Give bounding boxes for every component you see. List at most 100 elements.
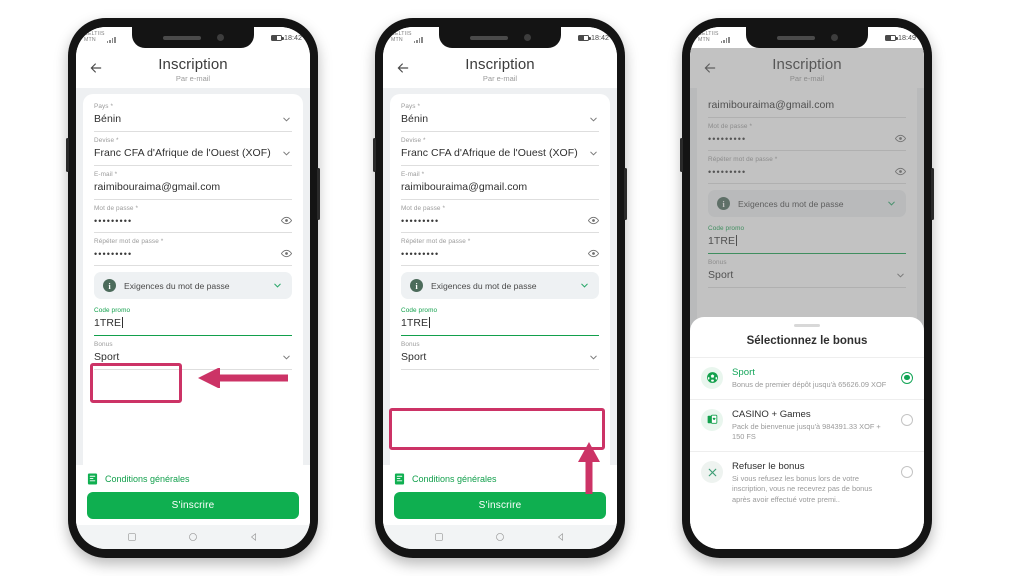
field-underline (94, 232, 292, 233)
front-camera (523, 34, 531, 41)
password-requirements-label: Exigences du mot de passe (124, 280, 230, 291)
field-label: Code promo (401, 307, 438, 314)
field-value: Franc CFA d'Afrique de l'Ouest (XOF) (94, 147, 271, 159)
password-field[interactable]: ••••••••• (401, 216, 439, 226)
field-underline (401, 165, 599, 166)
chevron-down-icon[interactable] (281, 114, 292, 125)
square-icon[interactable] (434, 532, 444, 542)
bonus-option-title: CASINO + Games (732, 408, 811, 420)
field-pays[interactable]: Pays * Bénin (401, 103, 599, 134)
field-underline (401, 131, 599, 132)
field-password[interactable]: Mot de passe * ••••••••• (94, 205, 292, 235)
field-repeat-password[interactable]: Répéter mot de passe * ••••••••• (401, 238, 599, 268)
status-clock: 18:49 (898, 33, 916, 42)
repeat-password-field[interactable]: ••••••••• (94, 249, 132, 259)
notch (439, 27, 561, 48)
phone-3-screen: CELTIIS MTN 18:49 Inscription Par e-mail (690, 27, 924, 549)
field-devise[interactable]: Devise * Franc CFA d'Afrique de l'Ouest … (401, 137, 599, 168)
email-field[interactable]: raimibouraima@gmail.com (401, 181, 527, 193)
list-item[interactable]: Refuser le bonus Si vous refusez les bon… (690, 451, 924, 514)
field-devise[interactable]: Devise * Franc CFA d'Afrique de l'Ouest … (94, 137, 292, 168)
sheet-drag-handle[interactable] (794, 324, 820, 327)
register-button[interactable]: S'inscrire (87, 492, 299, 519)
password-field[interactable]: ••••••••• (94, 216, 132, 226)
list-item[interactable]: Sport Bonus de premier dépôt jusqu'à 656… (690, 356, 924, 399)
promo-field[interactable]: Code promo 1TRE (401, 307, 599, 338)
field-label: Pays * (401, 103, 421, 110)
bonus-option-radio[interactable] (901, 466, 913, 479)
phone-1-frame: CELTIIS MTN 18:42 Inscription Par e-mail (66, 18, 320, 558)
chevron-down-icon[interactable] (588, 114, 599, 125)
bonus-field[interactable]: Bonus Sport (401, 341, 599, 372)
terms-row[interactable]: Conditions générales (87, 465, 299, 492)
back-arrow-icon[interactable] (395, 60, 411, 76)
bonus-option-title: Sport (732, 366, 755, 378)
chevron-down-icon[interactable] (579, 280, 590, 291)
bonus-option-radio[interactable] (901, 371, 913, 384)
field-underline (94, 265, 292, 266)
chevron-down-icon[interactable] (272, 280, 283, 291)
android-nav-bar (383, 525, 617, 549)
list-item[interactable]: CASINO + Games Pack de bienvenue jusqu'à… (690, 398, 924, 451)
earpiece-speaker (162, 35, 201, 40)
password-requirements-row[interactable]: i Exigences du mot de passe (401, 272, 599, 299)
field-pays[interactable]: Pays * Bénin (94, 103, 292, 134)
field-underline (401, 232, 599, 233)
text-caret (428, 317, 430, 328)
form-scroll-area[interactable]: Pays * Bénin Devise * Franc CFA d'Afriqu… (76, 88, 310, 525)
square-icon[interactable] (127, 532, 137, 542)
field-underline (94, 199, 292, 200)
form-card: Pays * Bénin Devise * Franc CFA d'Afriqu… (390, 94, 610, 465)
form-footer: Conditions générales S'inscrire (76, 465, 310, 525)
field-label: Devise * (401, 137, 426, 144)
field-label: Pays * (94, 103, 114, 110)
promo-code-input[interactable]: 1TRE (94, 317, 123, 329)
field-underline (401, 199, 599, 200)
field-password[interactable]: Mot de passe * ••••••••• (401, 205, 599, 235)
field-value: Sport (94, 351, 120, 363)
field-value: Sport (401, 351, 427, 363)
playing-cards-icon (701, 408, 723, 431)
field-label: Mot de passe * (94, 205, 139, 212)
phone-1-screen: CELTIIS MTN 18:42 Inscription Par e-mail (76, 27, 310, 549)
circle-icon[interactable] (495, 532, 505, 542)
eye-icon[interactable] (281, 248, 292, 259)
terms-row[interactable]: Conditions générales (394, 465, 606, 492)
email-field[interactable]: raimibouraima@gmail.com (94, 181, 220, 193)
terms-link[interactable]: Conditions générales (412, 474, 497, 484)
eye-icon[interactable] (588, 248, 599, 259)
field-underline (94, 165, 292, 166)
back-arrow-icon[interactable] (88, 60, 104, 76)
notch (746, 27, 868, 48)
bonus-option-desc: Si vous refusez les bonus lors de votre … (732, 474, 873, 504)
repeat-password-field[interactable]: ••••••••• (401, 249, 439, 259)
bonus-option-radio[interactable] (901, 413, 913, 426)
eye-icon[interactable] (281, 215, 292, 226)
promo-code-input[interactable]: 1TRE (401, 317, 430, 329)
chevron-down-icon[interactable] (588, 352, 599, 363)
promo-field[interactable]: Code promo 1TRE (94, 307, 292, 338)
field-underline-active (94, 334, 292, 336)
chevron-down-icon[interactable] (588, 148, 599, 159)
password-requirements-row[interactable]: i Exigences du mot de passe (94, 272, 292, 299)
text-caret (121, 317, 123, 328)
field-email[interactable]: E-mail * raimibouraima@gmail.com (94, 171, 292, 202)
page-subtitle: Par e-mail (175, 73, 211, 83)
field-email[interactable]: E-mail * raimibouraima@gmail.com (401, 171, 599, 202)
document-icon (394, 473, 405, 485)
field-label: Répéter mot de passe * (94, 238, 164, 245)
eye-icon[interactable] (588, 215, 599, 226)
carrier-line-2: MTN (84, 36, 96, 43)
chevron-down-icon[interactable] (281, 148, 292, 159)
triangle-back-icon[interactable] (556, 532, 566, 542)
form-card: Pays * Bénin Devise * Franc CFA d'Afriqu… (83, 94, 303, 465)
triangle-back-icon[interactable] (249, 532, 259, 542)
earpiece-speaker (469, 35, 508, 40)
register-button[interactable]: S'inscrire (394, 492, 606, 519)
circle-icon[interactable] (188, 532, 198, 542)
terms-link[interactable]: Conditions générales (105, 474, 190, 484)
field-repeat-password[interactable]: Répéter mot de passe * ••••••••• (94, 238, 292, 268)
field-label: Mot de passe * (401, 205, 446, 212)
field-label: Répéter mot de passe * (401, 238, 471, 245)
chevron-down-icon[interactable] (281, 352, 292, 363)
